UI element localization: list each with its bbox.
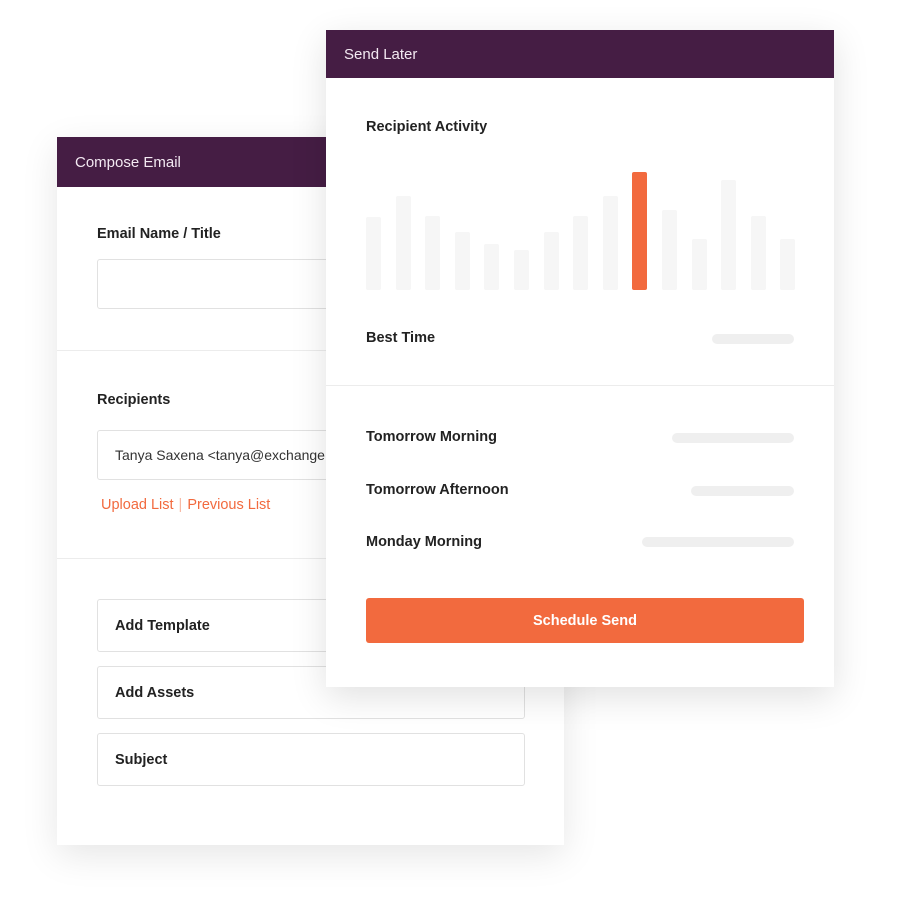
recipient-list-links: Upload List | Previous List (101, 497, 270, 513)
subject-field[interactable]: Subject (97, 733, 525, 786)
previous-list-link[interactable]: Previous List (187, 497, 270, 513)
upload-list-link[interactable]: Upload List (101, 497, 174, 513)
add-assets-label: Add Assets (115, 684, 195, 701)
link-separator: | (178, 497, 183, 513)
compose-email-title: Compose Email (75, 153, 181, 171)
activity-bar (603, 196, 618, 290)
slot-tomorrow-afternoon[interactable]: Tomorrow Afternoon (366, 482, 509, 498)
activity-bar (692, 239, 707, 290)
recipient-activity-chart (366, 168, 796, 290)
activity-bar (484, 244, 499, 290)
best-time-label: Best Time (366, 330, 436, 346)
recipients-value: Tanya Saxena <tanya@exchange (115, 447, 325, 463)
activity-bar-peak (632, 172, 647, 290)
send-later-title: Send Later (344, 45, 418, 63)
best-time-placeholder (712, 334, 794, 344)
slot-tomorrow-morning[interactable]: Tomorrow Morning (366, 429, 497, 445)
activity-bar (721, 180, 736, 290)
activity-bar (366, 217, 381, 290)
add-template-label: Add Template (115, 617, 210, 634)
slot-monday-morning-placeholder (642, 537, 794, 547)
activity-bar (455, 232, 470, 290)
send-later-panel: Send Later Recipient Activity Best Time … (326, 30, 834, 687)
activity-bar (514, 250, 529, 290)
stage: Compose Email Email Name / Title Recipie… (0, 0, 900, 900)
email-name-label: Email Name / Title (97, 226, 221, 242)
activity-bar (780, 239, 795, 290)
schedule-send-button[interactable]: Schedule Send (366, 598, 804, 643)
activity-bar (662, 210, 677, 290)
activity-bar (544, 232, 559, 290)
activity-bar (425, 216, 440, 290)
slot-tomorrow-afternoon-placeholder (691, 486, 794, 496)
send-later-header: Send Later (326, 30, 834, 78)
activity-bar (573, 216, 588, 290)
recipients-label: Recipients (97, 392, 171, 408)
recipient-activity-label: Recipient Activity (366, 119, 488, 135)
subject-label: Subject (115, 751, 168, 768)
activity-bar (396, 196, 411, 290)
slot-tomorrow-morning-placeholder (672, 433, 794, 443)
send-later-divider (326, 385, 834, 386)
activity-bar (751, 216, 766, 290)
slot-monday-morning[interactable]: Monday Morning (366, 534, 482, 550)
